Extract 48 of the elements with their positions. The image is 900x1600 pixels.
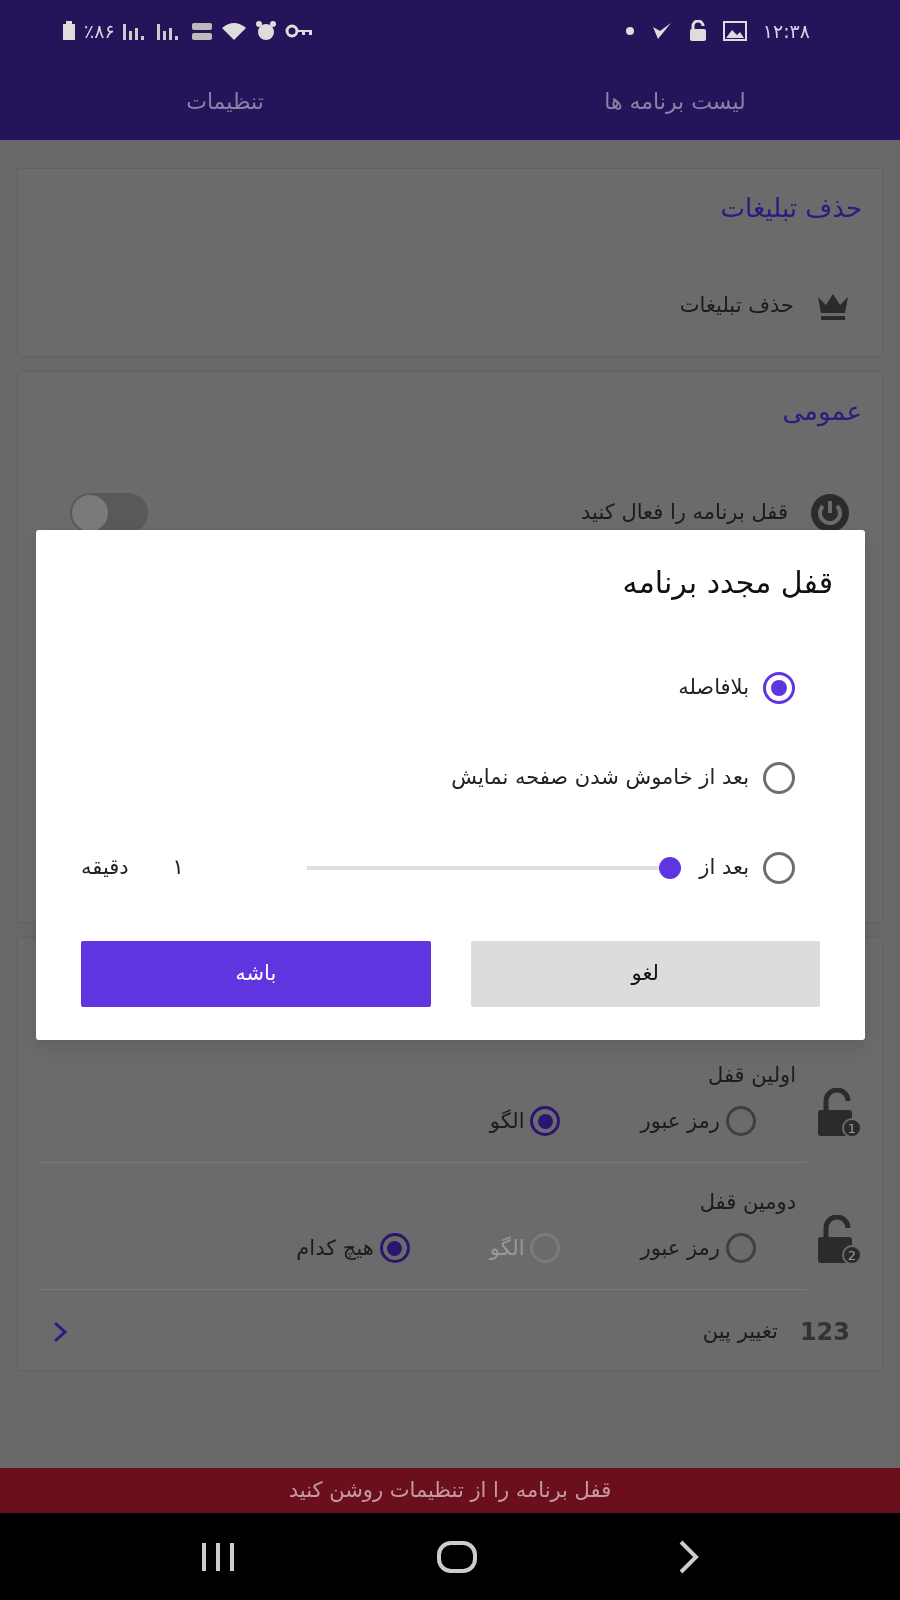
setting-label[interactable]: تغییر پین (702, 1315, 778, 1348)
option-label: رمز عبور (640, 1234, 720, 1262)
setting-label: قفل برنامه را فعال کنید (581, 498, 788, 526)
setting-label: اولین قفل (707, 1062, 796, 1089)
chevron-icon[interactable] (52, 1320, 68, 1343)
radio-button[interactable] (726, 1233, 756, 1264)
section-title: عمومی (781, 394, 862, 429)
option-label: رمز عبور (640, 1107, 720, 1135)
toggle-switch[interactable] (70, 492, 148, 533)
lock-icon (688, 20, 707, 42)
network-icon (190, 21, 213, 41)
radio-button[interactable] (726, 1106, 756, 1137)
pin-number-icon: 123 (799, 1313, 850, 1350)
tab[interactable]: لیست برنامه ها (450, 62, 900, 140)
slider-thumb[interactable] (659, 857, 682, 879)
option-label: هیچ کدام (296, 1234, 374, 1262)
dialog-title: قفل مجدد برنامه (621, 564, 833, 602)
option-label: بعد از خاموش شدن صفحه نمایش (451, 764, 749, 792)
back-icon[interactable] (677, 1538, 700, 1575)
cancel-button[interactable]: لغو (470, 941, 820, 1007)
power-icon (810, 492, 850, 533)
radio-button[interactable] (763, 762, 795, 794)
radio-button[interactable] (379, 1233, 410, 1264)
ok-button[interactable]: باشه (81, 941, 431, 1007)
slider-value: ۱ (172, 854, 184, 882)
section-title: حذف تبلیغات (719, 192, 862, 225)
alarm-icon (254, 20, 277, 42)
dot-icon (624, 26, 635, 36)
notice-banner: قفل برنامه را از تنظیمات روشن کنید (0, 1468, 900, 1513)
option-label: الگو (489, 1107, 525, 1135)
tab[interactable]: تنظیمات (0, 62, 450, 140)
wifi-icon (220, 21, 247, 41)
setting-label[interactable]: حذف تبلیغات (679, 290, 794, 322)
radio-button[interactable] (530, 1106, 561, 1137)
image-icon (722, 21, 747, 41)
home-icon[interactable] (437, 1540, 477, 1573)
check-icon (650, 21, 673, 41)
battery-icon (62, 21, 76, 41)
key-icon (284, 24, 313, 38)
setting-label: دومین قفل (698, 1189, 796, 1216)
recent-apps-icon[interactable] (200, 1540, 237, 1573)
unit-label: دقیقه (81, 854, 129, 882)
radio-button[interactable] (763, 852, 795, 884)
option-label: بلافاصله (678, 674, 749, 702)
option-label: بعد از (699, 854, 749, 882)
radio-button[interactable] (763, 672, 795, 704)
battery-percent: ٪۸۶ (84, 18, 115, 44)
status-time: ۱۲:۳۸ (762, 18, 810, 44)
